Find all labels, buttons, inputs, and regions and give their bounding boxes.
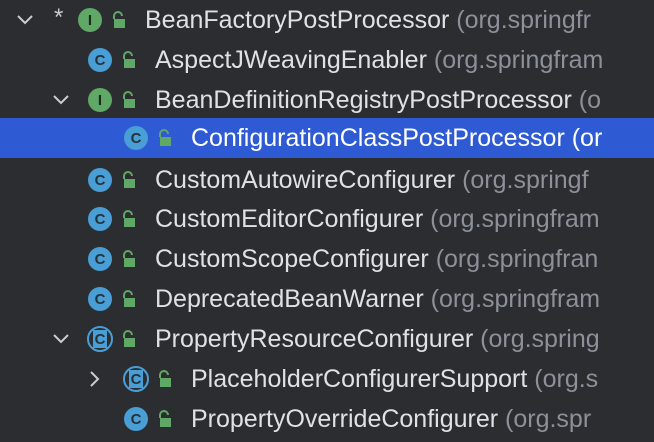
type-name: PlaceholderConfigurerSupport: [191, 364, 528, 393]
class-icon: C: [88, 207, 112, 231]
class-icon: C: [88, 168, 112, 192]
type-name: PropertyOverrideConfigurer: [191, 404, 499, 433]
public-lock-icon: [123, 330, 135, 347]
public-lock-icon: [123, 290, 135, 307]
tree-row-customeditorconfigurer[interactable]: C CustomEditorConfigurer (org.springfram: [0, 199, 654, 239]
public-lock-icon: [123, 250, 135, 267]
class-icon: C: [88, 287, 112, 311]
package-name: (org.spring: [473, 324, 600, 353]
abstract-class-icon: C: [87, 326, 113, 352]
public-lock-icon: [123, 171, 135, 188]
tree-row-deprecatedbeanwarner[interactable]: C DeprecatedBeanWarner (org.springfram: [0, 279, 654, 319]
type-name: CustomEditorConfigurer: [155, 204, 424, 233]
public-lock-icon: [159, 370, 171, 387]
class-icon: C: [124, 126, 148, 150]
class-icon: C: [88, 48, 112, 72]
interface-icon: I: [88, 88, 112, 112]
public-lock-icon: [159, 410, 171, 427]
package-name: (org.springfram: [423, 204, 600, 233]
chevron-down-icon[interactable]: [14, 9, 36, 31]
class-icon: C: [124, 407, 148, 431]
type-name: ConfigurationClassPostProcessor: [191, 123, 565, 152]
type-name: BeanDefinitionRegistryPostProcessor: [155, 85, 572, 114]
current-type-marker: *: [54, 4, 64, 31]
type-name: BeanFactoryPostProcessor: [145, 5, 450, 34]
type-hierarchy-tree: * I BeanFactoryPostProcessor (org.spring…: [0, 0, 654, 442]
class-icon: C: [88, 247, 112, 271]
type-name: DeprecatedBeanWarner: [155, 284, 424, 313]
tree-row-placeholderconfigurersupport[interactable]: C PlaceholderConfigurerSupport (org.s: [0, 359, 654, 399]
type-name: AspectJWeavingEnabler: [155, 45, 427, 74]
tree-row-customscopeconfigurer[interactable]: C CustomScopeConfigurer (org.springfran: [0, 239, 654, 279]
public-lock-icon: [123, 210, 135, 227]
tree-row-beanfactorypostprocessor[interactable]: * I BeanFactoryPostProcessor (org.spring…: [0, 0, 654, 40]
package-name: (o: [571, 85, 602, 114]
package-name: (org.springf: [455, 165, 589, 194]
abstract-class-letter: C: [93, 330, 107, 348]
tree-node-label: PropertyResourceConfigurer (org.spring: [155, 325, 600, 354]
package-name: (org.springfram: [426, 45, 604, 74]
tree-node-label: BeanFactoryPostProcessor (org.springfr: [145, 6, 591, 35]
tree-node-label: PlaceholderConfigurerSupport (org.s: [191, 365, 598, 394]
public-lock-icon: [113, 11, 125, 28]
tree-row-configurationclasspostprocessor[interactable]: C ConfigurationClassPostProcessor (or: [0, 118, 654, 158]
tree-row-aspectjweavingenabler[interactable]: C AspectJWeavingEnabler (org.springfram: [0, 40, 654, 80]
chevron-down-icon[interactable]: [50, 328, 72, 350]
tree-row-propertyresourceconfigurer[interactable]: C PropertyResourceConfigurer (org.spring: [0, 319, 654, 359]
public-lock-icon: [123, 91, 135, 108]
interface-icon: I: [78, 8, 102, 32]
tree-node-label: ConfigurationClassPostProcessor (or: [191, 124, 602, 153]
tree-node-label: PropertyOverrideConfigurer (org.spr: [191, 405, 591, 434]
tree-row-beandefinitionregistrypostprocessor[interactable]: I BeanDefinitionRegistryPostProcessor (o: [0, 80, 654, 120]
tree-node-label: CustomEditorConfigurer (org.springfram: [155, 205, 600, 234]
abstract-class-letter: C: [129, 370, 143, 388]
public-lock-icon: [159, 129, 171, 146]
tree-row-customautowireconfigurer[interactable]: C CustomAutowireConfigurer (org.springf: [0, 160, 654, 200]
chevron-right-icon[interactable]: [84, 368, 106, 390]
tree-node-label: CustomAutowireConfigurer (org.springf: [155, 166, 589, 195]
package-name: (org.spr: [498, 404, 592, 433]
type-name: CustomScopeConfigurer: [155, 244, 429, 273]
public-lock-icon: [123, 51, 135, 68]
tree-row-propertyoverrideconfigurer[interactable]: C PropertyOverrideConfigurer (org.spr: [0, 399, 654, 439]
type-name: CustomAutowireConfigurer: [155, 165, 456, 194]
package-name: (or: [564, 123, 603, 152]
package-name: (org.springfran: [428, 244, 599, 273]
package-name: (org.springfram: [423, 284, 601, 313]
chevron-down-icon[interactable]: [50, 89, 72, 111]
tree-node-label: CustomScopeConfigurer (org.springfran: [155, 245, 598, 274]
abstract-class-icon: C: [123, 366, 149, 392]
package-name: (org.springfr: [449, 5, 592, 34]
tree-node-label: DeprecatedBeanWarner (org.springfram: [155, 285, 600, 314]
tree-node-label: AspectJWeavingEnabler (org.springfram: [155, 46, 603, 75]
tree-node-label: BeanDefinitionRegistryPostProcessor (o: [155, 86, 601, 115]
type-name: PropertyResourceConfigurer: [155, 324, 474, 353]
package-name: (org.s: [527, 364, 599, 393]
